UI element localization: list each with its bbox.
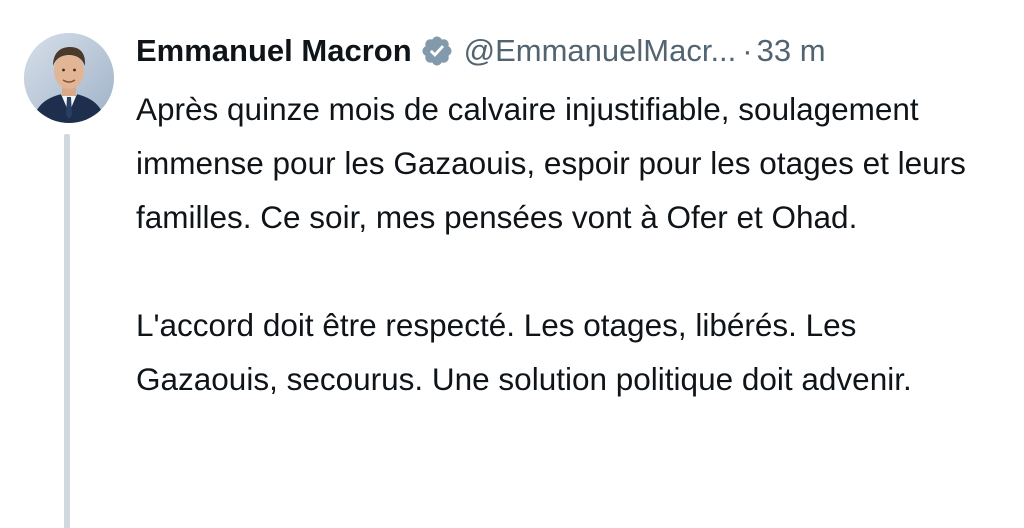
- avatar[interactable]: [24, 33, 114, 123]
- separator-dot: ·: [742, 33, 753, 68]
- tweet-header: Emmanuel Macron @EmmanuelMacr... · 33 m: [136, 26, 826, 76]
- verified-badge-icon: [420, 34, 454, 68]
- user-handle[interactable]: @EmmanuelMacr...: [464, 33, 737, 69]
- tweet-text: Après quinze mois de calvaire injustifia…: [136, 82, 996, 406]
- tweet[interactable]: Emmanuel Macron @EmmanuelMacr... · 33 m …: [0, 0, 1024, 528]
- timestamp[interactable]: 33 m: [757, 33, 826, 69]
- thread-line: [64, 134, 70, 528]
- tweet-paragraph-2: L'accord doit être respecté. Les otages,…: [136, 307, 912, 397]
- tweet-paragraph-1: Après quinze mois de calvaire injustifia…: [136, 91, 966, 235]
- display-name[interactable]: Emmanuel Macron: [136, 33, 412, 69]
- profile-photo-icon: [24, 33, 114, 123]
